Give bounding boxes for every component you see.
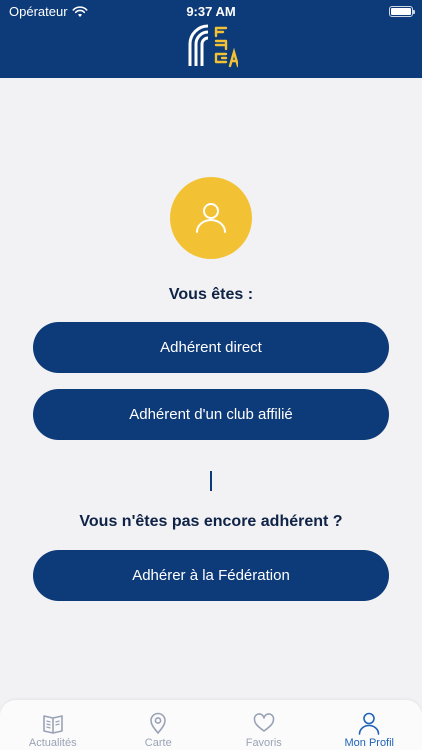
status-time: 9:37 AM [186,4,236,19]
map-pin-icon [150,712,167,735]
page-title: Vous êtes : [168,286,254,303]
app-header: Opérateur 9:37 AM [0,0,422,78]
tab-favoris[interactable]: Favoris [211,700,317,750]
divider [210,471,212,491]
battery-icon [389,6,415,17]
status-bar: Opérateur 9:37 AM [0,0,422,22]
heart-icon [253,713,275,732]
direct-member-button[interactable]: Adhérent direct [33,322,389,373]
tab-actualites[interactable]: Actualités [0,700,106,750]
join-prompt: Vous n'êtes pas encore adhérent ? [79,513,343,530]
user-icon [358,712,380,735]
federation-logo-icon [188,24,238,68]
avatar [170,177,252,259]
tab-carte[interactable]: Carte [106,700,212,750]
tab-label: Favoris [245,737,282,749]
tab-label: Mon Profil [344,737,395,749]
newspaper-icon [42,715,63,734]
user-icon [196,203,226,233]
tab-bar: Actualités Carte Favoris Mon Profil [0,700,422,750]
club-member-button[interactable]: Adhérent d'un club affilié [33,389,389,440]
join-federation-button[interactable]: Adhérer à la Fédération [33,550,389,601]
tab-label: Actualités [28,737,77,749]
tab-label: Carte [144,737,172,749]
tab-mon-profil[interactable]: Mon Profil [317,700,422,750]
